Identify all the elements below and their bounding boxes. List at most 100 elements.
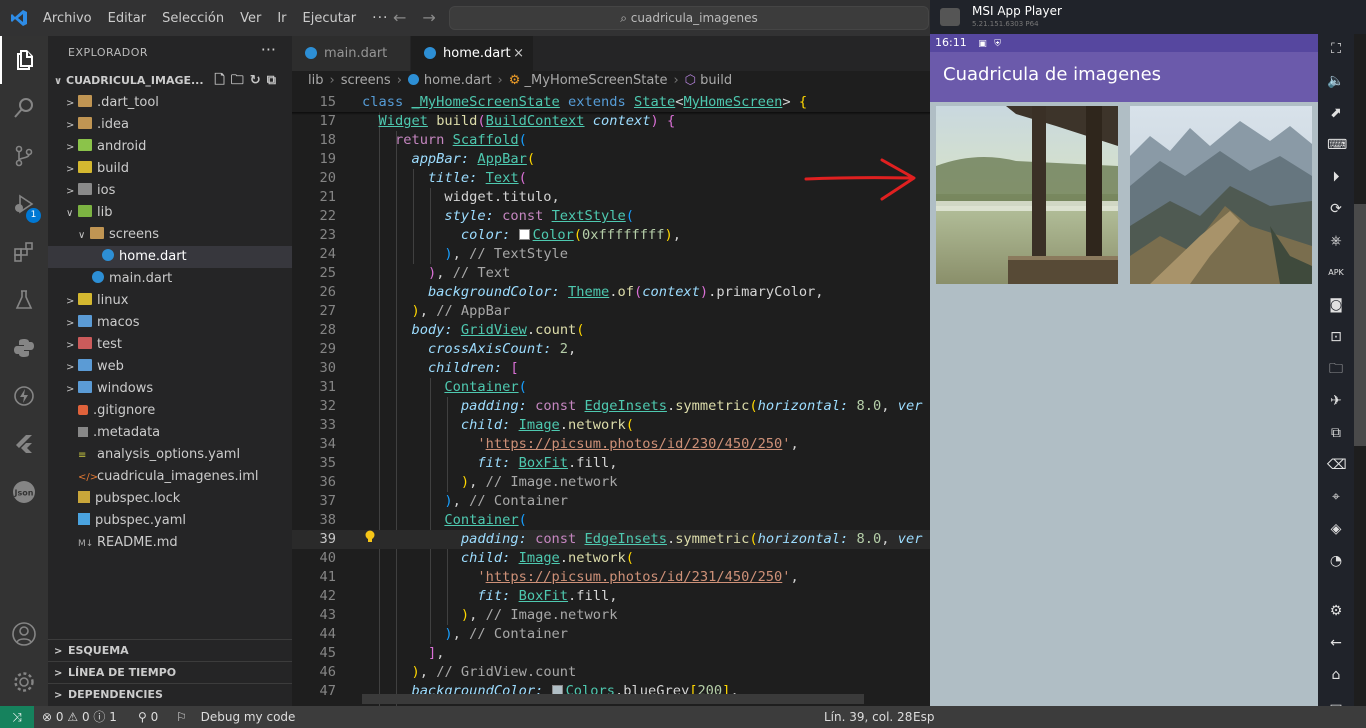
section-esquema[interactable]: > ESQUEMA xyxy=(48,639,292,661)
app-bar: Cuadricula de imagenes xyxy=(930,52,1318,102)
gamepad-icon[interactable]: ⎈ xyxy=(1327,232,1345,250)
flutter-icon[interactable] xyxy=(0,420,48,468)
airplane-icon[interactable]: ✈ xyxy=(1327,392,1345,410)
refresh-icon[interactable]: ↻ xyxy=(250,73,267,88)
tree-item-pubspec-yaml[interactable]: pubspec.yaml xyxy=(48,510,292,532)
tree-item-label: .gitignore xyxy=(93,403,156,418)
tree-item-label: pubspec.lock xyxy=(95,491,181,506)
lightbulb-icon[interactable] xyxy=(364,530,376,544)
account-icon[interactable] xyxy=(0,610,48,658)
back-arrow-icon[interactable]: ← xyxy=(393,8,406,27)
lightning-icon[interactable] xyxy=(0,372,48,420)
speed-icon[interactable]: ◔ xyxy=(1327,552,1345,570)
tree-item-android[interactable]: > android xyxy=(48,136,292,158)
cursor-position[interactable]: Lín. 39, col. 28 xyxy=(824,706,912,728)
tree-item-windows[interactable]: > windows xyxy=(48,378,292,400)
grid-image-1[interactable] xyxy=(936,106,1118,284)
tree-item-readme[interactable]: M↓ README.md xyxy=(48,532,292,554)
menu-editar[interactable]: Editar xyxy=(108,11,147,26)
settings-icon[interactable]: ⚙ xyxy=(1327,602,1345,620)
run-debug-icon[interactable]: 1 xyxy=(0,180,48,228)
line-number: 25 xyxy=(319,265,336,281)
explorer-more-button[interactable]: ··· xyxy=(261,40,276,59)
android-home-icon[interactable]: ⌂ xyxy=(1327,666,1345,684)
tab-home-dart[interactable]: home.dart × xyxy=(411,36,533,71)
eraser-icon[interactable]: ⌫ xyxy=(1327,456,1347,474)
volume-icon[interactable]: 🔈 xyxy=(1327,72,1345,90)
tree-item-dart-tool[interactable]: > .dart_tool xyxy=(48,92,292,114)
explorer-icon[interactable] xyxy=(0,36,48,84)
folder-icon xyxy=(78,117,92,129)
tree-item-iml[interactable]: </>cuadricula_imagenes.iml xyxy=(48,466,292,488)
tab-main-dart[interactable]: main.dart xyxy=(292,36,410,71)
section-linea-de-tiempo[interactable]: > LÍNEA DE TIEMPO xyxy=(48,661,292,683)
section-dependencies[interactable]: > DEPENDENCIES xyxy=(48,683,292,705)
debug-launch[interactable]: ⚐ Debug my code xyxy=(176,706,295,728)
tree-item-analysis-options[interactable]: ≡ analysis_options.yaml xyxy=(48,444,292,466)
tree-item-build[interactable]: > build xyxy=(48,158,292,180)
project-root[interactable]: ∨ CUADRICULA_IMAGE... 🗋🗀↻⧉ xyxy=(48,70,292,92)
tree-item-ios[interactable]: > ios xyxy=(48,180,292,202)
forward-arrow-icon[interactable]: → xyxy=(422,8,435,27)
android-back-icon[interactable]: ← xyxy=(1327,634,1345,652)
input-icon[interactable]: ⬈ xyxy=(1327,104,1345,122)
breadcrumb-screens[interactable]: screens xyxy=(341,73,391,88)
tree-item-macos[interactable]: > macos xyxy=(48,312,292,334)
tree-item-metadata[interactable]: .metadata xyxy=(48,422,292,444)
grid-image-2[interactable] xyxy=(1130,106,1312,284)
tree-item-test[interactable]: > test xyxy=(48,334,292,356)
screenshot-icon[interactable]: ◙ xyxy=(1327,296,1345,314)
capture-icon[interactable]: ⊡ xyxy=(1327,328,1345,346)
breadcrumb-lib[interactable]: lib xyxy=(308,73,323,88)
vertical-scrollbar-thumb[interactable] xyxy=(1354,204,1366,446)
tree-item-idea[interactable]: > .idea xyxy=(48,114,292,136)
keyboard-icon[interactable]: ⌨ xyxy=(1327,136,1347,154)
color-swatch[interactable] xyxy=(518,229,530,240)
chevron-down-icon: ∨ xyxy=(66,208,74,219)
problems-indicator[interactable]: ⊗ 0 ⚠ 0 ⓘ 1 xyxy=(42,706,117,728)
multi-instance-icon[interactable]: ⧉ xyxy=(1327,424,1345,442)
rotate-icon[interactable]: ⟳ xyxy=(1327,200,1345,218)
fullscreen-icon[interactable]: ⛶ xyxy=(1327,40,1345,58)
tree-item-home-dart[interactable]: home.dart xyxy=(48,246,292,268)
location-icon[interactable]: ⌖ xyxy=(1327,488,1345,506)
debug-badge: 1 xyxy=(26,208,41,223)
breadcrumb-class[interactable]: _MyHomeScreenState xyxy=(525,73,668,88)
settings-gear-icon[interactable] xyxy=(0,658,48,706)
source-control-icon[interactable] xyxy=(0,132,48,180)
folder-icon[interactable]: 🗀 xyxy=(1327,360,1345,378)
close-icon[interactable]: × xyxy=(513,36,524,71)
menu-ir[interactable]: Ir xyxy=(277,11,286,26)
search-icon[interactable] xyxy=(0,84,48,132)
tree-item-main-dart[interactable]: main.dart xyxy=(48,268,292,290)
tree-item-screens[interactable]: ∨ screens xyxy=(48,224,292,246)
json-icon[interactable]: Json xyxy=(0,468,48,516)
menu-archivo[interactable]: Archivo xyxy=(43,11,92,26)
testing-flask-icon[interactable] xyxy=(0,276,48,324)
tree-item-lib[interactable]: ∨ lib xyxy=(48,202,292,224)
menu-more-button[interactable]: ··· xyxy=(372,10,388,26)
new-folder-icon[interactable]: 🗀 xyxy=(231,73,250,88)
tree-item-linux[interactable]: > linux xyxy=(48,290,292,312)
extensions-icon[interactable] xyxy=(0,228,48,276)
tree-item-web[interactable]: > web xyxy=(48,356,292,378)
indentation[interactable]: Esp xyxy=(913,706,934,728)
python-icon[interactable] xyxy=(0,324,48,372)
record-icon[interactable]: ⏵ xyxy=(1327,168,1345,186)
breadcrumb-home-dart[interactable]: home.dart xyxy=(424,73,492,88)
collapse-all-icon[interactable]: ⧉ xyxy=(267,73,282,88)
layers-icon[interactable]: ◈ xyxy=(1327,520,1345,538)
remote-icon[interactable]: ⤨ xyxy=(0,706,34,728)
code-line: 43 ), // Image.network xyxy=(292,606,930,625)
command-center-search[interactable]: ⌕ cuadricula_imagenes xyxy=(449,6,929,30)
menu-seleccion[interactable]: Selección xyxy=(162,11,224,26)
ports-indicator[interactable]: ⚲ 0 xyxy=(138,706,158,728)
tree-item-pubspec-lock[interactable]: pubspec.lock xyxy=(48,488,292,510)
tree-item-gitignore[interactable]: .gitignore xyxy=(48,400,292,422)
menu-ejecutar[interactable]: Ejecutar xyxy=(303,11,357,26)
new-file-icon[interactable]: 🗋 xyxy=(214,73,230,88)
menu-ver[interactable]: Ver xyxy=(240,11,261,26)
breadcrumb-method[interactable]: build xyxy=(700,73,732,88)
apk-icon[interactable]: APK xyxy=(1327,264,1345,282)
horizontal-scrollbar[interactable] xyxy=(362,694,864,704)
